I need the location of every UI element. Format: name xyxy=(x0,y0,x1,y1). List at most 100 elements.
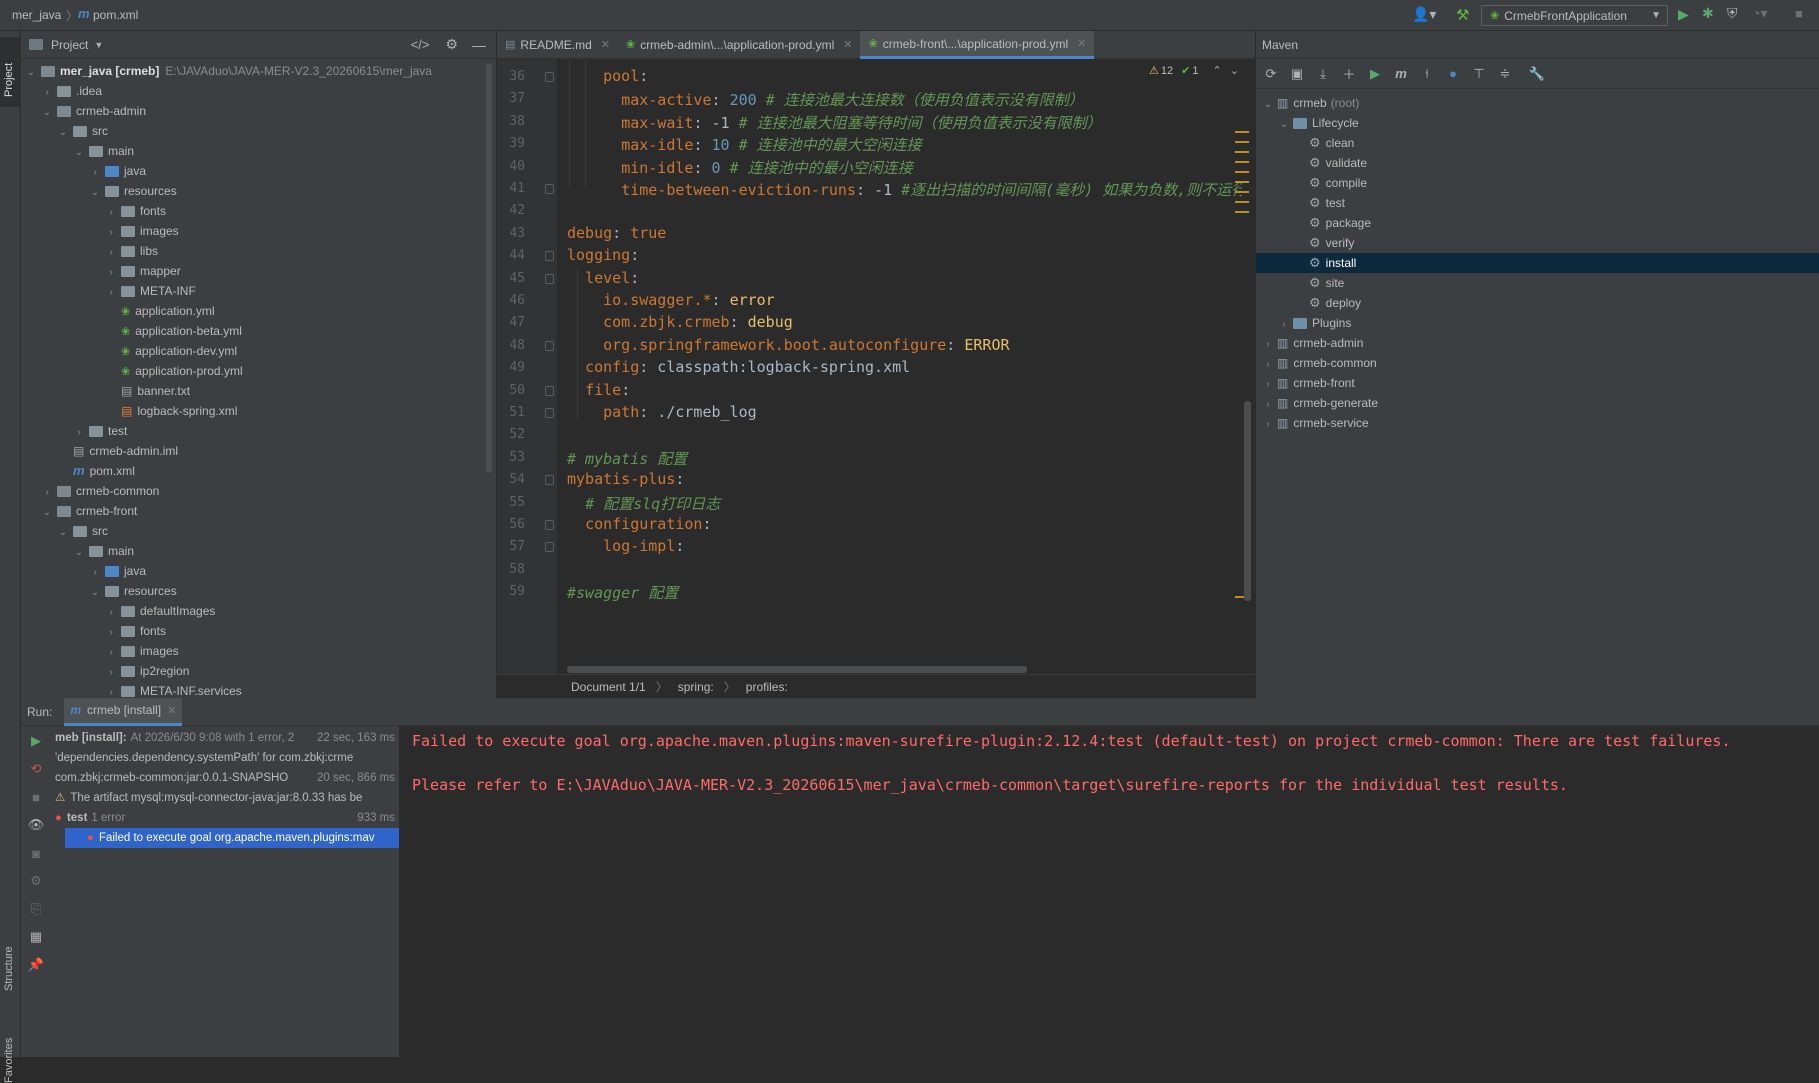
structure-tool-button[interactable]: Structure xyxy=(3,946,15,991)
maven-tree-row[interactable]: › ▥ crmeb-common xyxy=(1256,353,1819,373)
breadcrumb-profiles[interactable]: profiles: xyxy=(746,680,788,694)
close-icon[interactable]: ✕ xyxy=(167,704,176,717)
maven-tree-row[interactable]: ⚙ package xyxy=(1256,213,1819,233)
chevron-right-icon[interactable]: › xyxy=(73,423,85,443)
build-hammer-icon[interactable]: ⚒ xyxy=(1456,6,1469,24)
stripe-mark[interactable] xyxy=(1235,161,1249,163)
favorites-tool-button[interactable]: Favorites xyxy=(3,1038,15,1083)
chevron-right-icon[interactable]: › xyxy=(105,643,117,663)
breadcrumb-project[interactable]: mer_java xyxy=(12,8,61,22)
run-tree-row[interactable]: ● Failed to execute goal org.apache.maven… xyxy=(65,828,399,848)
gear-icon[interactable]: ⚙ xyxy=(445,36,458,53)
project-tree-row[interactable]: › mapper xyxy=(21,261,496,281)
project-view-select[interactable]: Project xyxy=(51,38,88,52)
project-tree-row[interactable]: ⌄ main xyxy=(21,541,496,561)
run-tree-row[interactable]: ● test 1 error 933 ms xyxy=(51,808,399,828)
chevron-down-icon[interactable]: ⌄ xyxy=(57,123,69,143)
code-area[interactable]: pool: max-active: 200 # 连接池最大连接数（使用负值表示没… xyxy=(497,59,1242,674)
breadcrumb-spring[interactable]: spring: xyxy=(678,680,714,694)
breadcrumb-file[interactable]: pom.xml xyxy=(93,8,138,22)
chevron-right-icon[interactable]: › xyxy=(105,243,117,263)
run-tree-row[interactable]: ⚠ The artifact mysql:mysql-connector-java… xyxy=(51,788,399,808)
stripe-mark[interactable] xyxy=(1235,211,1249,213)
project-tree-row[interactable]: ❀ application-dev.yml xyxy=(21,341,496,361)
project-tree-row[interactable]: › META-INF xyxy=(21,281,496,301)
chevron-right-icon[interactable]: › xyxy=(1262,375,1274,395)
project-tree-row[interactable]: › fonts xyxy=(21,621,496,641)
project-tree-row[interactable]: ⌄ src xyxy=(21,521,496,541)
run-tab[interactable]: m crmeb [install] ✕ xyxy=(64,697,183,726)
chevron-up-icon[interactable]: ⌃ xyxy=(1212,64,1221,77)
run-icon[interactable]: ▶ xyxy=(1364,63,1386,85)
maven-tree-row[interactable]: ⚙ deploy xyxy=(1256,293,1819,313)
chevron-right-icon[interactable]: › xyxy=(1262,355,1274,375)
maven-goal-icon[interactable]: m xyxy=(1390,63,1412,85)
chevron-down-icon[interactable]: ⌄ xyxy=(25,63,37,83)
close-icon[interactable]: ✕ xyxy=(1077,30,1086,58)
project-tree-row[interactable]: ⌄ resources xyxy=(21,581,496,601)
project-tree-row[interactable]: ⌄ crmeb-admin xyxy=(21,101,496,121)
chevron-right-icon[interactable]: › xyxy=(105,283,117,303)
maven-tree-row[interactable]: ⚙ clean xyxy=(1256,133,1819,153)
stop-icon[interactable]: ■ xyxy=(25,786,47,808)
code-icon[interactable]: </> xyxy=(411,37,430,52)
maven-tree-row[interactable]: ⚙ site xyxy=(1256,273,1819,293)
console-output[interactable]: Failed to execute goal org.apache.maven.… xyxy=(400,726,1819,1057)
project-tree-row[interactable]: › java xyxy=(21,161,496,181)
eye-icon[interactable]: 👁 xyxy=(25,814,47,836)
chevron-right-icon[interactable]: › xyxy=(1262,335,1274,355)
project-tree-row[interactable]: › test xyxy=(21,421,496,441)
chevron-down-icon[interactable]: ⌄ xyxy=(41,503,53,523)
stop-icon[interactable]: ■ xyxy=(1795,6,1803,21)
stripe-mark[interactable] xyxy=(1235,181,1249,183)
tab-readme[interactable]: ▤ README.md ✕ xyxy=(497,31,618,59)
stripe-mark[interactable] xyxy=(1235,141,1249,143)
stripe-mark[interactable] xyxy=(1235,191,1249,193)
run-tree-row[interactable]: meb [install]: At 2026/6/30 9:08 with 1 e… xyxy=(51,728,399,748)
editor-vertical-scrollbar[interactable] xyxy=(1244,401,1251,601)
debug-icon[interactable]: ✱ xyxy=(1702,5,1714,22)
project-tree-row[interactable]: › fonts xyxy=(21,201,496,221)
project-tree-row[interactable]: m pom.xml xyxy=(21,461,496,481)
chevron-right-icon[interactable]: › xyxy=(41,83,53,103)
project-tree-row[interactable]: ⌄ crmeb-front xyxy=(21,501,496,521)
chevron-down-icon[interactable]: ⌄ xyxy=(41,103,53,123)
show-dependencies-icon[interactable]: ⊤ xyxy=(1468,63,1490,85)
maven-tree-row[interactable]: ⚙ compile xyxy=(1256,173,1819,193)
breadcrumb-document[interactable]: Document 1/1 xyxy=(571,680,646,694)
chevron-right-icon[interactable]: › xyxy=(89,563,101,583)
inspection-widget[interactable]: ⚠ 12 ✔ 1 ⌃ ⌄ xyxy=(1145,64,1243,77)
chevron-right-icon[interactable]: › xyxy=(105,223,117,243)
editor-horizontal-scrollbar[interactable] xyxy=(567,666,1027,673)
rerun-failed-icon[interactable]: ⟲ xyxy=(25,758,47,780)
project-tool-button[interactable]: Project xyxy=(0,37,21,107)
project-tree-row[interactable]: ▤ crmeb-admin.iml xyxy=(21,441,496,461)
chevron-right-icon[interactable]: › xyxy=(89,163,101,183)
project-tree-row[interactable]: › defaultImages xyxy=(21,601,496,621)
maven-tree-row[interactable]: ⌄ Lifecycle xyxy=(1256,113,1819,133)
project-tree-row[interactable]: ⌄ src xyxy=(21,121,496,141)
skip-tests-icon[interactable]: ● xyxy=(1442,63,1464,85)
maven-tree-row[interactable]: › ▥ crmeb-admin xyxy=(1256,333,1819,353)
project-tree-row[interactable]: › images xyxy=(21,221,496,241)
chevron-right-icon[interactable]: › xyxy=(105,663,117,683)
chevron-right-icon[interactable]: › xyxy=(1262,415,1274,435)
chevron-down-icon[interactable]: ⌄ xyxy=(89,183,101,203)
project-tree-row[interactable]: › ip2region xyxy=(21,661,496,681)
project-tree-row[interactable]: ▤ banner.txt xyxy=(21,381,496,401)
run-icon[interactable]: ▶ xyxy=(1678,6,1689,23)
stripe-mark[interactable] xyxy=(1235,201,1249,203)
run-tree-row[interactable]: 'dependencies.dependency.systemPath' for… xyxy=(51,748,399,768)
settings-wrench-icon[interactable]: 🔧 xyxy=(1526,63,1548,85)
pin-icon[interactable]: 📌 xyxy=(25,954,47,976)
project-tree-row[interactable]: ⌄ resources xyxy=(21,181,496,201)
add-folder-icon[interactable]: ▣ xyxy=(1286,63,1308,85)
profiler-icon[interactable]: ◔▾ xyxy=(1752,5,1767,22)
chevron-down-icon[interactable]: ⌄ xyxy=(89,583,101,603)
camera-icon[interactable]: ◙ xyxy=(25,842,47,864)
reload-icon[interactable]: ⟳ xyxy=(1260,63,1282,85)
maven-tree-row[interactable]: › ▥ crmeb-service xyxy=(1256,413,1819,433)
tab-admin-prod-yml[interactable]: ❀ crmeb-admin\...\application-prod.yml ✕ xyxy=(618,31,861,59)
maven-tree-row[interactable]: › ▥ crmeb-generate xyxy=(1256,393,1819,413)
project-tree-row[interactable]: › java xyxy=(21,561,496,581)
